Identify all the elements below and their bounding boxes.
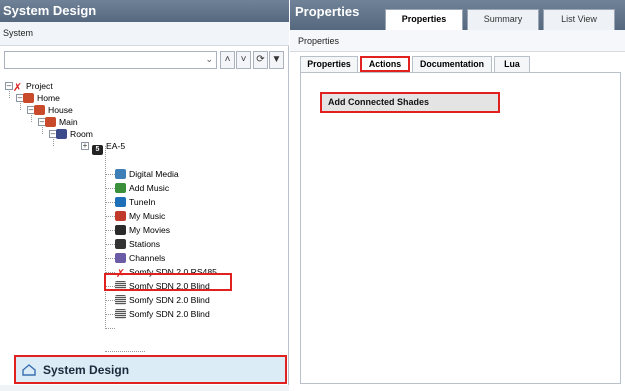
tree-item-label: TuneIn — [129, 197, 156, 207]
pane-title: System Design — [0, 0, 289, 22]
tree-item-label: Stations — [129, 239, 161, 249]
tree-item-label: Somfy SDN 2.0 Blind — [129, 309, 210, 319]
tree-item-add-music[interactable]: Add Music — [115, 182, 169, 195]
add-music-icon — [115, 183, 126, 193]
refresh-icon: ⟳ — [256, 54, 265, 65]
room-icon — [56, 129, 67, 139]
tree-item-label: My Movies — [129, 225, 171, 235]
tree-item-label: Channels — [129, 253, 166, 263]
tree-item-label: Room — [70, 129, 93, 139]
system-design-pane: System Design System ⌄ ˄ ˅ ⟳ ▼ – – – – –… — [0, 0, 289, 391]
move-down-button[interactable]: ˅ — [236, 51, 251, 69]
ea5-icon: 5 — [92, 145, 103, 155]
tree-item-label: House — [48, 105, 73, 115]
highlight-box — [104, 273, 232, 291]
properties-pane: Properties Properties Summary List View … — [290, 0, 625, 391]
tree-item-label: Main — [59, 117, 78, 127]
properties-subheader: Properties — [290, 30, 625, 52]
tree-item-label: My Music — [129, 211, 166, 221]
tree-item-tunein[interactable]: TuneIn — [115, 196, 155, 209]
stations-icon — [115, 239, 126, 249]
channels-icon — [115, 253, 126, 263]
tab-properties[interactable]: Properties — [385, 9, 463, 31]
project-icon: ✗ — [12, 82, 23, 94]
tree-item-somfy-blind[interactable]: Somfy SDN 2.0 Blind — [115, 308, 210, 321]
filter-icon: ▼ — [271, 54, 282, 65]
tree-item-my-music[interactable]: My Music — [115, 210, 165, 223]
tree-item-stations[interactable]: Stations — [115, 238, 160, 251]
tree-item-ea5[interactable]: 5 EA-5 — [92, 140, 126, 155]
home-icon — [23, 93, 34, 103]
tab-documentation[interactable]: Documentation — [412, 56, 492, 72]
tree-item-label: Somfy SDN 2.0 Blind — [129, 295, 210, 305]
tree-item-label: Digital Media — [129, 169, 179, 179]
tab-summary[interactable]: Summary — [467, 9, 539, 30]
system-design-tab-label: System Design — [43, 363, 130, 377]
tree-item-my-movies[interactable]: My Movies — [115, 224, 170, 237]
actions-panel — [300, 72, 621, 384]
tree-item-somfy-blind[interactable]: Somfy SDN 2.0 Blind — [115, 294, 210, 307]
search-combo[interactable]: ⌄ — [4, 51, 217, 69]
my-movies-icon — [115, 225, 126, 235]
my-music-icon — [115, 211, 126, 221]
system-label: System — [0, 22, 289, 46]
tree-item-label: Add Music — [129, 183, 170, 193]
blind-icon — [115, 295, 126, 305]
bottom-strip — [0, 385, 289, 391]
tab-lua[interactable]: Lua — [494, 56, 530, 72]
tree-item-label: Project — [26, 81, 53, 91]
tree-item-label: Home — [37, 93, 60, 103]
arrow-down-icon: ˅ — [240, 54, 247, 65]
system-design-tab[interactable]: System Design — [14, 355, 287, 384]
tree-item-label: EA-5 — [106, 141, 126, 151]
main-icon — [45, 117, 56, 127]
tree-item-channels[interactable]: Channels — [115, 252, 165, 265]
tree-item-room[interactable]: Room — [56, 128, 93, 141]
blind-icon — [115, 309, 126, 319]
arrow-up-icon: ˄ — [224, 54, 231, 65]
tab-actions[interactable]: Actions — [360, 56, 410, 72]
digital-media-icon — [115, 169, 126, 179]
home-icon — [22, 364, 36, 376]
system-tree: – – – – – + ✗ Project Home House Main Roo… — [0, 78, 289, 348]
splitter-grip[interactable] — [105, 351, 145, 354]
tab-inner-properties[interactable]: Properties — [300, 56, 358, 72]
house-icon — [34, 105, 45, 115]
refresh-button[interactable]: ⟳ — [253, 51, 268, 69]
move-up-button[interactable]: ˄ — [220, 51, 235, 69]
tree-item-digital-media[interactable]: Digital Media — [115, 168, 179, 181]
filter-button[interactable]: ▼ — [269, 51, 284, 69]
expand-icon[interactable]: + — [81, 142, 89, 150]
properties-header: Properties Properties Summary List View — [290, 0, 625, 31]
chevron-down-icon: ⌄ — [205, 54, 213, 64]
add-connected-shades-button[interactable]: Add Connected Shades — [320, 92, 500, 113]
properties-title: Properties — [295, 4, 360, 19]
tunein-icon — [115, 197, 126, 207]
tab-list-view[interactable]: List View — [543, 9, 615, 30]
